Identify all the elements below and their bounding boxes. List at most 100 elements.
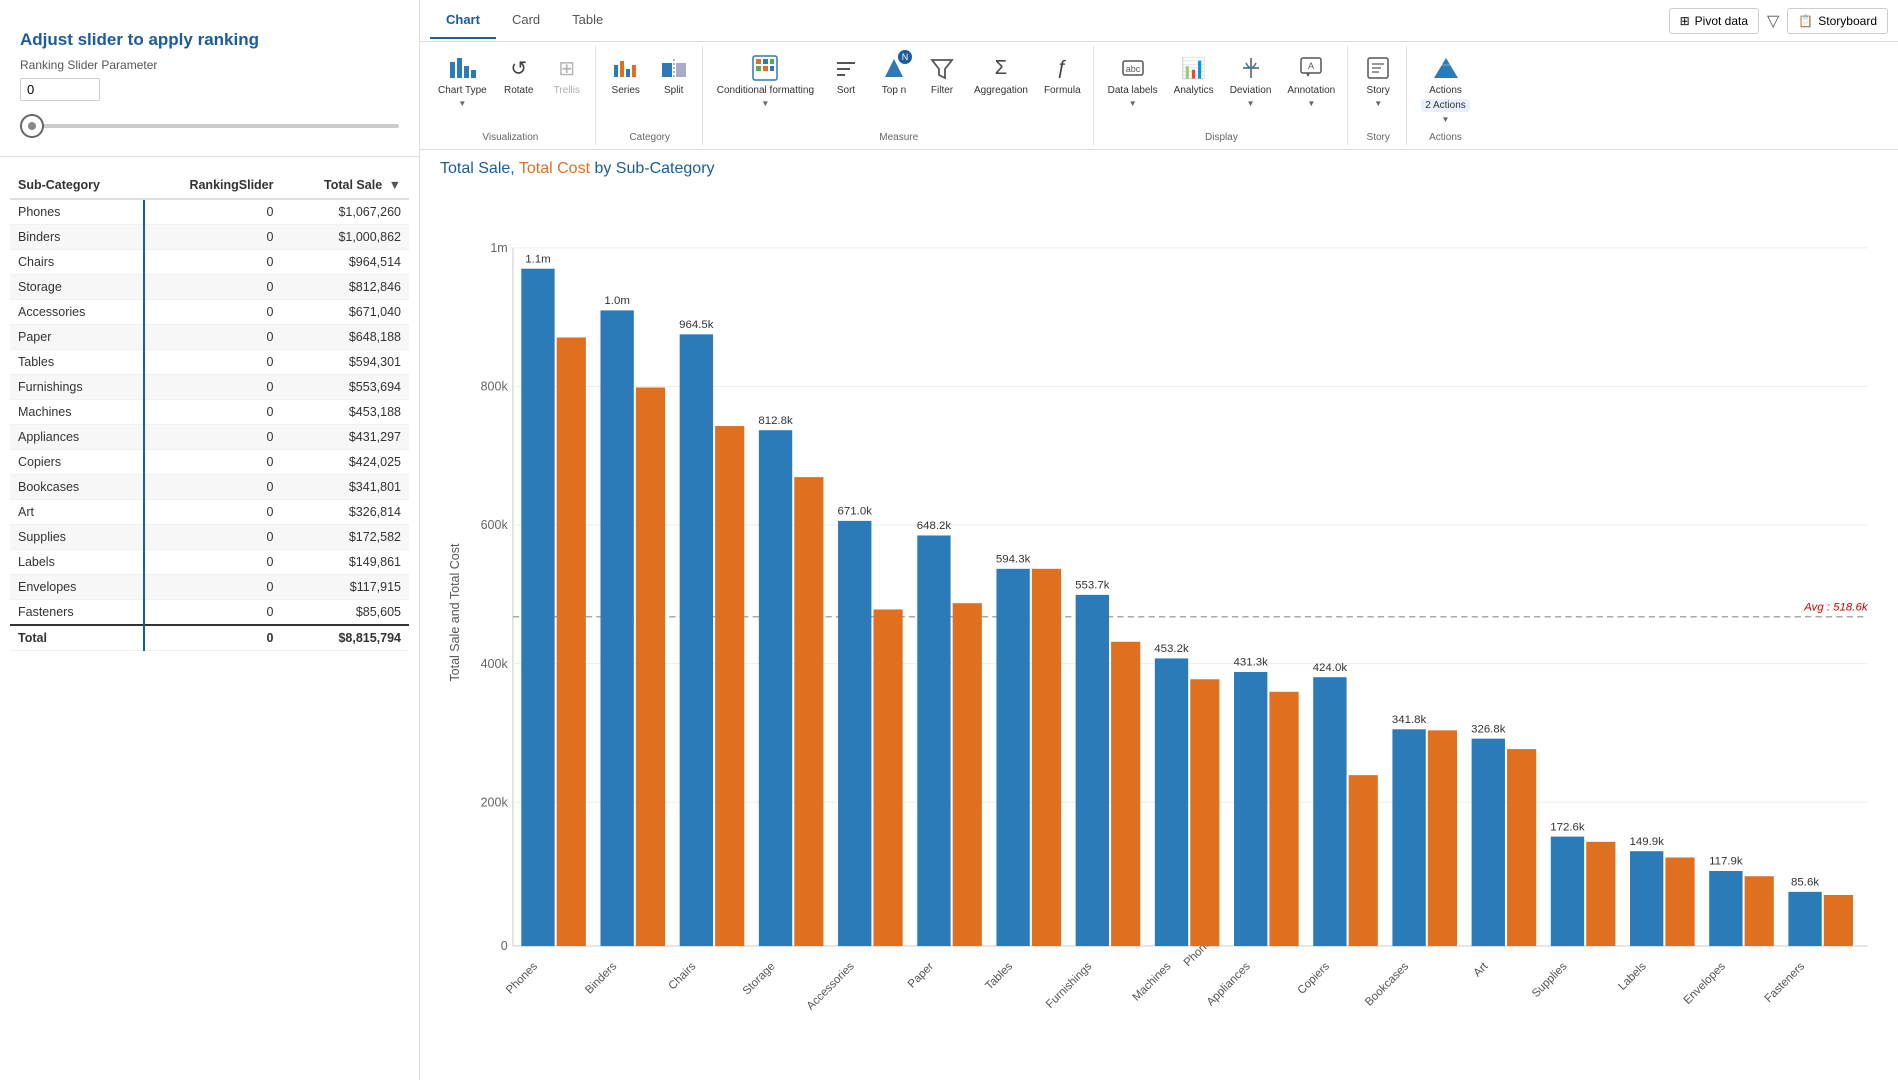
story-button[interactable]: Story ▼	[1356, 50, 1400, 112]
table-row[interactable]: Appliances 0 $431,297	[10, 425, 409, 450]
table-row[interactable]: Copiers 0 $424,025	[10, 450, 409, 475]
formula-label: Formula	[1044, 85, 1081, 96]
visualization-label: Visualization	[482, 128, 538, 145]
measure-group: Conditional formatting ▼ Sort	[705, 46, 1094, 145]
svg-text:Phones: Phones	[504, 960, 540, 996]
cell-subcategory: Machines	[10, 400, 144, 425]
chart-title-suffix: by Sub-Category	[590, 160, 715, 177]
table-row[interactable]: Supplies 0 $172,582	[10, 525, 409, 550]
deviation-button[interactable]: Deviation ▼	[1224, 50, 1278, 112]
sort-arrow: ▼	[389, 178, 401, 192]
conditional-formatting-icon	[751, 54, 779, 82]
trellis-label: Trellis	[554, 85, 580, 96]
svg-text:Copiers: Copiers	[1296, 960, 1333, 997]
svg-text:Machines: Machines	[1130, 960, 1173, 1003]
split-button[interactable]: Split	[652, 50, 696, 100]
table-row[interactable]: Binders 0 $1,000,862	[10, 225, 409, 250]
slider-value-input[interactable]	[20, 78, 100, 101]
conditional-formatting-label: Conditional formatting	[717, 85, 814, 96]
left-panel: Adjust slider to apply ranking Ranking S…	[0, 0, 420, 1080]
cell-subcategory: Chairs	[10, 250, 144, 275]
svg-text:453.2k: 453.2k	[1154, 643, 1189, 655]
cell-ranking: 0	[144, 225, 281, 250]
table-row[interactable]: Envelopes 0 $117,915	[10, 575, 409, 600]
rotate-label: Rotate	[504, 85, 533, 96]
cell-ranking: 0	[144, 500, 281, 525]
filter-button[interactable]: Filter	[920, 50, 964, 100]
filter-icon	[928, 54, 956, 82]
table-row[interactable]: Chairs 0 $964,514	[10, 250, 409, 275]
cell-subcategory: Copiers	[10, 450, 144, 475]
svg-text:0: 0	[501, 939, 508, 953]
chart-title-part2: Total Cost	[519, 160, 590, 177]
split-label: Split	[664, 85, 683, 96]
analytics-button[interactable]: 📊 Analytics	[1168, 50, 1220, 100]
chart-type-button[interactable]: Chart Type ▼	[432, 50, 493, 112]
trellis-button[interactable]: ⊞ Trellis	[545, 50, 589, 100]
svg-text:Paper: Paper	[906, 960, 936, 990]
col-header-totalsale[interactable]: Total Sale ▼	[282, 172, 410, 199]
right-panel: Chart Card Table ⊞ Pivot data ▽ 📋 Storyb…	[420, 0, 1898, 1080]
bar-art: 326.8k	[1471, 723, 1536, 946]
storyboard-button[interactable]: 📋 Storyboard	[1787, 8, 1888, 34]
slider-thumb[interactable]	[20, 114, 44, 138]
table-row[interactable]: Labels 0 $149,861	[10, 550, 409, 575]
table-row[interactable]: Tables 0 $594,301	[10, 350, 409, 375]
svg-text:Labels: Labels	[1616, 960, 1649, 993]
cell-subcategory: Phones	[10, 199, 144, 225]
svg-text:Fasteners: Fasteners	[1763, 960, 1808, 1005]
cell-ranking: 0	[144, 425, 281, 450]
tab-chart[interactable]: Chart	[430, 2, 496, 39]
topn-button[interactable]: N Top n	[872, 50, 916, 100]
storyboard-label: Storyboard	[1818, 14, 1877, 28]
table-row[interactable]: Art 0 $326,814	[10, 500, 409, 525]
slider-section: Adjust slider to apply ranking Ranking S…	[0, 10, 419, 157]
col-header-rankingslider[interactable]: RankingSlider	[144, 172, 281, 199]
table-row[interactable]: Fasteners 0 $85,605	[10, 600, 409, 626]
table-row[interactable]: Bookcases 0 $341,801	[10, 475, 409, 500]
col-header-subcategory[interactable]: Sub-Category	[10, 172, 144, 199]
cell-totalsale: $424,025	[282, 450, 410, 475]
toolbar: Chart Type ▼ ↺ Rotate ⊞ Trellis Visualiz…	[420, 42, 1898, 150]
pivot-icon: ⊞	[1680, 14, 1690, 28]
pivot-data-button[interactable]: ⊞ Pivot data	[1669, 8, 1759, 34]
cell-totalsale: $117,915	[282, 575, 410, 600]
table-row[interactable]: Storage 0 $812,846	[10, 275, 409, 300]
annotation-button[interactable]: A Annotation ▼	[1281, 50, 1341, 112]
actions-button[interactable]: Actions 2 Actions ▼	[1415, 50, 1476, 128]
svg-text:671.0k: 671.0k	[838, 506, 873, 518]
table-row[interactable]: Furnishings 0 $553,694	[10, 375, 409, 400]
cell-ranking: 0	[144, 300, 281, 325]
svg-text:1m: 1m	[490, 241, 507, 255]
display-group: abc Data labels ▼ 📊 Analytics	[1096, 46, 1349, 145]
measure-label: Measure	[879, 128, 918, 145]
table-row[interactable]: Accessories 0 $671,040	[10, 300, 409, 325]
cell-subcategory: Art	[10, 500, 144, 525]
cell-totalsale: $326,814	[282, 500, 410, 525]
svg-text:Total Sale and Total Cost: Total Sale and Total Cost	[448, 543, 462, 682]
cell-ranking: 0	[144, 350, 281, 375]
svg-text:Bookcases: Bookcases	[1363, 960, 1411, 1008]
tab-card[interactable]: Card	[496, 2, 556, 39]
sort-button[interactable]: Sort	[824, 50, 868, 100]
series-button[interactable]: Series	[604, 50, 648, 100]
data-labels-arrow: ▼	[1129, 99, 1137, 108]
table-row[interactable]: Machines 0 $453,188	[10, 400, 409, 425]
story-label: Story	[1367, 85, 1390, 96]
topn-label: Top n	[882, 85, 906, 96]
rotate-button[interactable]: ↺ Rotate	[497, 50, 541, 100]
aggregation-button[interactable]: Σ Aggregation	[968, 50, 1034, 100]
data-labels-button[interactable]: abc Data labels ▼	[1102, 50, 1164, 112]
bar-storage: 812.8k	[758, 415, 823, 946]
conditional-formatting-button[interactable]: Conditional formatting ▼	[711, 50, 820, 112]
tab-table[interactable]: Table	[556, 2, 619, 39]
cell-ranking: 0	[144, 550, 281, 575]
cell-ranking: 0	[144, 525, 281, 550]
table-row[interactable]: Paper 0 $648,188	[10, 325, 409, 350]
filter-icon-top[interactable]: ▽	[1767, 11, 1779, 31]
bar-appliances: 431.3k	[1234, 657, 1299, 946]
svg-text:172.6k: 172.6k	[1550, 821, 1585, 833]
table-row[interactable]: Phones 0 $1,067,260	[10, 199, 409, 225]
svg-text:553.7k: 553.7k	[1075, 580, 1110, 592]
formula-button[interactable]: ƒ Formula	[1038, 50, 1087, 100]
